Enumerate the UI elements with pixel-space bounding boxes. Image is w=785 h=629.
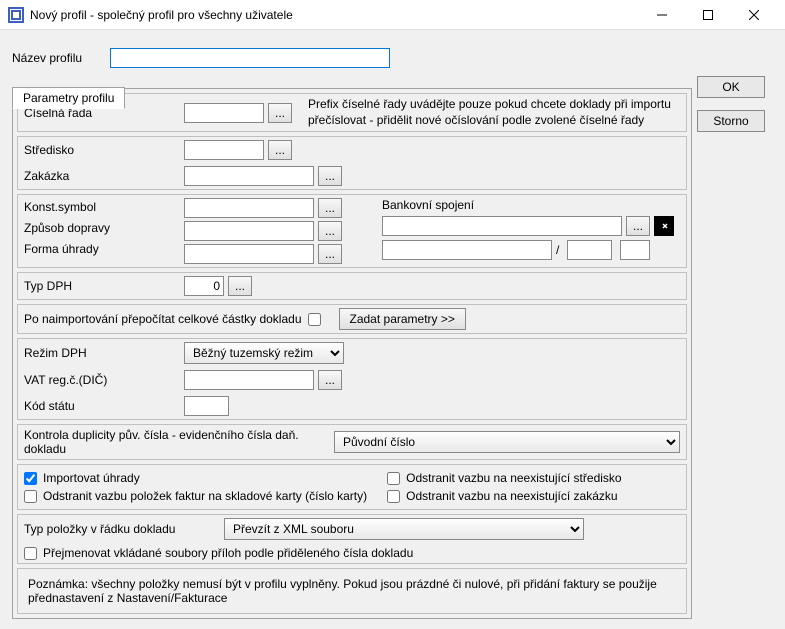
typ-dph-browse[interactable]: ... <box>228 276 252 296</box>
zakazka-label: Zakázka <box>24 169 184 183</box>
stredisko-browse[interactable]: ... <box>268 140 292 160</box>
odstranit-vazbu-karty-option[interactable]: Odstranit vazbu položek faktur na sklado… <box>24 487 367 505</box>
zakazka-input[interactable] <box>184 166 314 186</box>
zpusob-dopravy-input[interactable] <box>184 221 314 241</box>
rezim-dph-label: Režim DPH <box>24 346 184 360</box>
kod-statu-label: Kód státu <box>24 399 184 413</box>
forma-uhrady-label: Forma úhrady <box>24 242 184 256</box>
panel-parametry: Číselná řada ... Prefix číselné řady uvá… <box>12 88 692 619</box>
prejmenovat-checkbox[interactable] <box>24 547 37 560</box>
bankovni-spojeni-label: Bankovní spojení <box>382 198 674 212</box>
konst-symbol-input[interactable] <box>184 198 314 218</box>
cancel-button[interactable]: Storno <box>697 110 765 132</box>
recalc-checkbox[interactable] <box>308 313 321 326</box>
bank-browse[interactable]: ... <box>626 216 650 236</box>
ok-button[interactable]: OK <box>697 76 765 98</box>
profile-name-input[interactable] <box>110 48 390 68</box>
vat-reg-browse[interactable]: ... <box>318 370 342 390</box>
bank-slash: / <box>556 243 559 257</box>
close-button[interactable] <box>731 0 777 30</box>
window-title: Nový profil - společný profil pro všechn… <box>30 8 639 22</box>
vat-reg-input[interactable] <box>184 370 314 390</box>
stredisko-label: Středisko <box>24 143 184 157</box>
forma-uhrady-input[interactable] <box>184 244 314 264</box>
ciselna-rada-browse[interactable]: ... <box>268 103 292 123</box>
zpusob-dopravy-browse[interactable]: ... <box>318 221 342 241</box>
note-text: Poznámka: všechny položky nemusí být v p… <box>18 569 686 613</box>
maximize-button[interactable] <box>685 0 731 30</box>
recalc-label: Po naimportování přepočítat celkové část… <box>24 312 302 326</box>
odstranit-zakazku-checkbox[interactable] <box>387 490 400 503</box>
import-uhrady-option[interactable]: Importovat úhrady <box>24 469 367 487</box>
rezim-dph-select[interactable]: Běžný tuzemský režim <box>184 342 344 364</box>
titlebar: Nový profil - společný profil pro všechn… <box>0 0 785 30</box>
import-uhrady-checkbox[interactable] <box>24 472 37 485</box>
ciselna-rada-help: Prefix číselné řady uvádějte pouze pokud… <box>308 97 680 128</box>
zpusob-dopravy-label: Způsob dopravy <box>24 221 184 235</box>
forma-uhrady-browse[interactable]: ... <box>318 244 342 264</box>
vat-reg-label: VAT reg.č.(DIČ) <box>24 373 184 387</box>
typ-polozky-label: Typ položky v řádku dokladu <box>24 522 224 536</box>
minimize-button[interactable] <box>639 0 685 30</box>
odstranit-stredisko-option[interactable]: Odstranit vazbu na neexistující středisk… <box>387 469 680 487</box>
bank-input-4[interactable] <box>620 240 650 260</box>
konst-symbol-label: Konst.symbol <box>24 200 184 214</box>
odstranit-zakazku-option[interactable]: Odstranit vazbu na neexistující zakázku <box>387 487 680 505</box>
typ-dph-input[interactable] <box>184 276 224 296</box>
odstranit-vazbu-karty-checkbox[interactable] <box>24 490 37 503</box>
tab-parametry-profilu[interactable]: Parametry profilu <box>12 87 125 109</box>
typ-dph-label: Typ DPH <box>24 279 184 293</box>
stredisko-input[interactable] <box>184 140 264 160</box>
kod-statu-input[interactable] <box>184 396 229 416</box>
app-icon <box>8 7 24 23</box>
bank-input-1[interactable] <box>382 216 622 236</box>
profile-name-label: Název profilu <box>12 51 110 65</box>
ciselna-rada-input[interactable] <box>184 103 264 123</box>
zadat-parametry-button[interactable]: Zadat parametry >> <box>339 308 466 330</box>
konst-symbol-browse[interactable]: ... <box>318 198 342 218</box>
bank-clear-button[interactable] <box>654 216 674 236</box>
odstranit-stredisko-checkbox[interactable] <box>387 472 400 485</box>
zakazka-browse[interactable]: ... <box>318 166 342 186</box>
bank-input-3[interactable] <box>567 240 612 260</box>
typ-polozky-select[interactable]: Převzít z XML souboru <box>224 518 584 540</box>
duplicity-select[interactable]: Původní číslo <box>334 431 680 453</box>
prejmenovat-label: Přejmenovat vkládané soubory příloh podl… <box>43 546 413 560</box>
bank-input-2[interactable] <box>382 240 552 260</box>
duplicity-label: Kontrola duplicity pův. čísla - evidenčn… <box>24 428 334 456</box>
